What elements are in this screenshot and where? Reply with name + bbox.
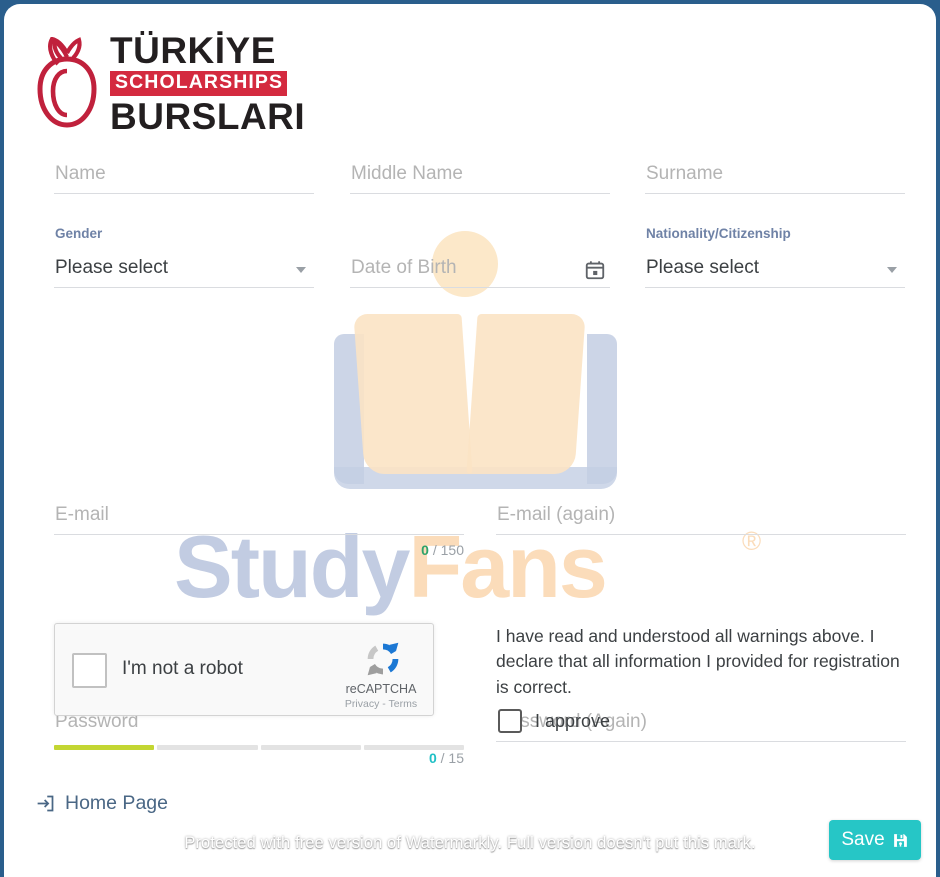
password-again-underline	[496, 741, 906, 742]
brand-wordmark: TÜRKİYE SCHOLARSHIPS BURSLARI	[110, 32, 305, 135]
approve-label: I approve	[535, 710, 611, 731]
recaptcha-checkbox[interactable]	[72, 653, 107, 688]
chevron-down-icon	[887, 267, 897, 273]
form-row-identity: Gender Please select Date of Birth Natio…	[4, 206, 936, 302]
approve-row[interactable]: I approve	[498, 709, 610, 733]
save-disk-icon	[893, 833, 907, 847]
date-of-birth-underline	[350, 287, 610, 288]
password-counter-max: / 15	[440, 750, 464, 766]
brand-logo: TÜRKİYE SCHOLARSHIPS BURSLARI	[34, 32, 305, 135]
middle-name-underline	[350, 193, 610, 194]
recaptcha-widget[interactable]: I'm not a robot reCAPTCHA Privacy - Term…	[54, 623, 434, 716]
registration-form: Name Middle Name Surname Gender Please s…	[4, 144, 936, 766]
home-page-label: Home Page	[65, 792, 168, 814]
form-row-email: E-mail 0 / 150 E-mail (again)	[4, 302, 936, 558]
surname-underline	[645, 193, 905, 194]
middle-name-placeholder: Middle Name	[351, 163, 463, 184]
recaptcha-privacy-terms[interactable]: Privacy - Terms	[341, 698, 421, 710]
recaptcha-icon	[367, 642, 399, 676]
watermark-bottom-notice: Protected with free version of Watermark…	[184, 834, 756, 852]
gender-underline	[54, 287, 314, 288]
recaptcha-label: I'm not a robot	[122, 658, 243, 679]
gender-value: Please select	[55, 257, 169, 278]
save-button-label: Save	[841, 829, 885, 850]
nationality-value: Please select	[646, 257, 760, 278]
nationality-label: Nationality/Citizenship	[646, 226, 791, 241]
brand-line-scholarships: SCHOLARSHIPS	[110, 71, 288, 96]
form-row-password: Password 0 / 15 Password (Again)	[4, 412, 936, 766]
home-page-link[interactable]: Home Page	[35, 792, 168, 815]
nationality-underline	[645, 287, 905, 288]
password-char-counter: 0 / 15	[54, 750, 464, 766]
surname-placeholder: Surname	[646, 163, 724, 184]
app-window: StudyFans ® Protected with free version …	[0, 0, 940, 877]
registration-card: StudyFans ® Protected with free version …	[4, 4, 936, 877]
middle-name-field[interactable]: Middle Name	[350, 144, 610, 194]
surname-field[interactable]: Surname	[645, 144, 905, 194]
date-of-birth-placeholder: Date of Birth	[351, 257, 457, 278]
form-row-secret: Secret question Secret question answer	[4, 522, 936, 592]
approve-checkbox[interactable]	[498, 709, 522, 733]
form-row-names: Name Middle Name Surname	[4, 144, 936, 206]
name-underline	[54, 193, 314, 194]
brand-line-burslari: BURSLARI	[110, 95, 306, 137]
password-counter-current: 0	[428, 750, 437, 766]
recaptcha-brand: reCAPTCHA	[345, 682, 417, 696]
gender-label: Gender	[55, 226, 103, 241]
chevron-down-icon	[296, 267, 306, 273]
save-button[interactable]: Save	[829, 820, 921, 860]
declaration-text: I have read and understood all warnings …	[496, 626, 900, 697]
name-field[interactable]: Name	[54, 144, 314, 194]
gender-select[interactable]: Gender Please select	[54, 226, 314, 288]
login-arrow-icon	[37, 795, 54, 812]
calendar-icon[interactable]	[584, 259, 606, 281]
name-placeholder: Name	[55, 163, 106, 184]
brand-line-turkiye: TÜRKİYE	[110, 30, 276, 71]
tulip-logo-icon	[37, 37, 97, 128]
nationality-select[interactable]: Nationality/Citizenship Please select	[645, 226, 905, 288]
date-of-birth-field[interactable]: Date of Birth	[350, 226, 610, 288]
